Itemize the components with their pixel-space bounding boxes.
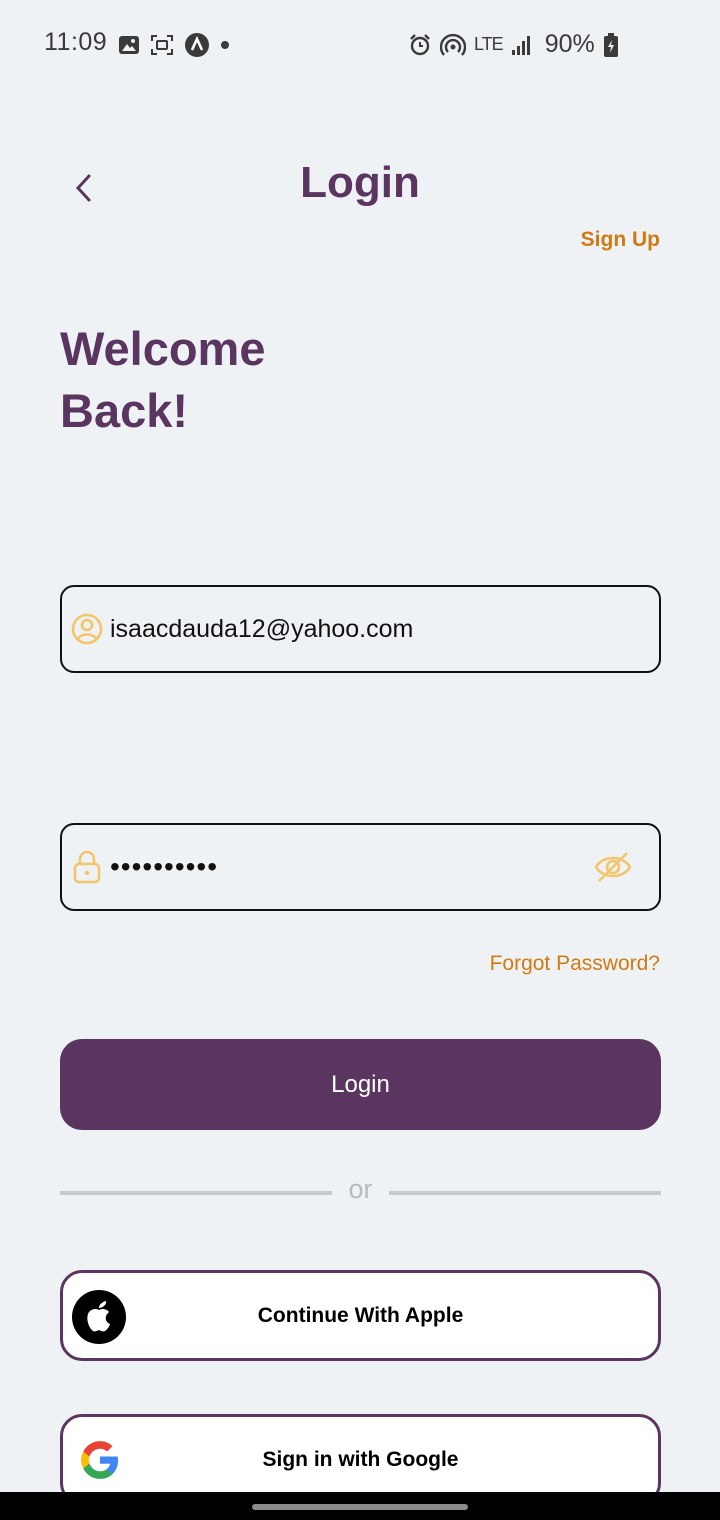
password-field[interactable]: •••••••••• [60,823,661,911]
divider-text: or [348,1174,373,1204]
status-right-icons: LTE 90% [408,30,619,59]
status-left-icons [118,32,230,58]
forgot-password-link[interactable]: Forgot Password? [490,952,660,976]
email-value: isaacdauda12@yahoo.com [110,614,414,643]
battery-percent: 90% [544,30,595,58]
sign-up-link[interactable]: Sign Up [581,228,660,252]
google-button-label: Sign in with Google [262,1447,459,1471]
battery-charging-icon [603,32,618,57]
network-type: LTE [474,34,504,54]
eye-off-icon[interactable] [593,849,633,885]
google-icon [81,1441,119,1479]
gallery-icon [119,36,139,54]
lock-icon [73,850,101,884]
hotspot-icon [440,33,466,56]
user-icon [71,613,103,645]
apple-icon [72,1290,126,1344]
welcome-heading: Welcome Back! [60,318,360,442]
email-field[interactable]: isaacdauda12@yahoo.com [60,585,661,673]
login-button[interactable]: Login [60,1039,661,1130]
welcome-line-2: Back! [60,384,189,437]
password-value: •••••••••• [110,851,219,882]
welcome-line-1: Welcome [60,322,266,375]
alarm-icon [410,33,430,55]
continue-with-apple-button[interactable]: Continue With Apple [60,1270,661,1361]
divider-right [389,1191,661,1195]
app-notification-icon [185,33,209,57]
status-bar: 11:09 LTE 90% [0,0,720,90]
page-title: Login [300,158,420,207]
system-nav-bar [0,1492,720,1520]
signal-icon [511,35,530,55]
status-time: 11:09 [44,28,108,56]
apple-button-label: Continue With Apple [257,1303,464,1327]
screenshot-icon [151,35,173,55]
more-notifications-dot-icon [221,41,229,49]
home-gesture-handle[interactable] [252,1504,468,1510]
divider-left [60,1191,332,1195]
